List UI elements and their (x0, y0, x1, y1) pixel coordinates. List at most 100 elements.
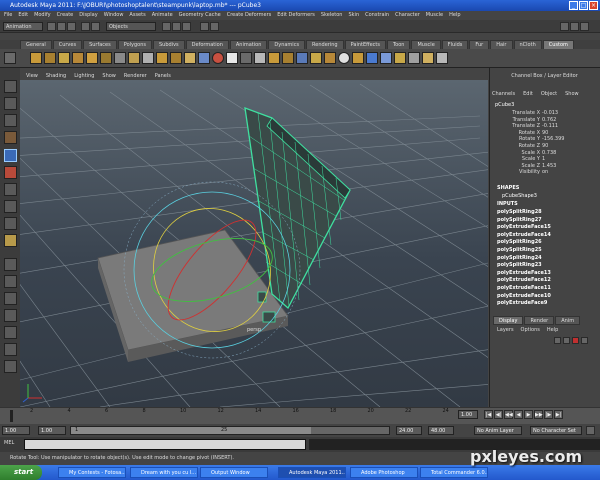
layer-editor-menu-item[interactable]: Layers (497, 327, 514, 333)
shape-node[interactable]: pCubeShape3 (502, 193, 537, 199)
shelf-tool-icon[interactable] (380, 52, 392, 64)
move-tool-icon[interactable] (4, 131, 17, 144)
input-node[interactable]: polyExtrudeFace14 (497, 232, 551, 238)
menu-item[interactable]: Edit (18, 11, 28, 20)
viewport-menu-item[interactable]: View (26, 72, 38, 80)
attribute-value[interactable]: 1.453 (542, 163, 556, 169)
taskbar-task[interactable]: Total Commander 6.0... (420, 467, 488, 478)
layer-color-icon[interactable] (572, 337, 579, 344)
input-node[interactable]: polyExtrudeFace10 (497, 293, 551, 299)
menu-item[interactable]: Help (449, 11, 460, 20)
layer-editor-menu-item[interactable]: Options (521, 327, 540, 333)
new-layer-selected-icon[interactable] (563, 337, 570, 344)
input-node[interactable]: polySplitRing28 (497, 209, 542, 215)
auto-key-icon[interactable] (586, 426, 595, 435)
attribute-value[interactable]: -156.399 (542, 136, 564, 142)
attribute-value[interactable]: 0.762 (542, 117, 556, 123)
playback-end-field[interactable]: 24.00 (396, 426, 422, 435)
layout-hypershade-icon[interactable] (4, 343, 17, 356)
shelf-tab[interactable]: Deformation (185, 40, 229, 49)
shelf-tool-icon[interactable] (436, 52, 448, 64)
menu-item[interactable]: Display (79, 11, 97, 20)
select-hierarchy-icon[interactable] (81, 22, 90, 31)
end-time-field[interactable]: 48.00 (428, 426, 454, 435)
close-button[interactable]: × (589, 1, 598, 10)
shelf-tool-icon[interactable] (156, 52, 168, 64)
shelf-tab[interactable]: Muscle (411, 40, 441, 49)
taskbar-task[interactable]: Adobe Photoshop (350, 467, 418, 478)
select-tool-icon[interactable] (4, 80, 17, 93)
soft-mod-tool-icon[interactable] (4, 200, 17, 213)
menu-item[interactable]: Window (104, 11, 124, 20)
menu-item[interactable]: Muscle (426, 11, 443, 20)
attribute-name[interactable]: Rotate X (470, 130, 540, 136)
channel-box-menu-item[interactable]: Show (565, 91, 579, 97)
menu-item[interactable]: Skeleton (321, 11, 343, 20)
show-attribute-editor-icon[interactable] (560, 22, 569, 31)
shelf-tool-icon[interactable] (310, 52, 322, 64)
taskbar-task[interactable]: Dream with you cu l... (130, 467, 198, 478)
attribute-name[interactable]: Translate Y (470, 117, 540, 123)
select-object-icon[interactable] (91, 22, 100, 31)
shelf-tab[interactable]: Fur (469, 40, 490, 49)
shelf-tab[interactable]: General (20, 40, 52, 49)
layout-two-icon[interactable] (4, 292, 17, 305)
step-forward-icon[interactable]: |▶ (544, 410, 553, 419)
shelf-tab[interactable]: Curves (52, 40, 83, 49)
go-to-start-icon[interactable]: |◀ (484, 410, 493, 419)
shelf-tab[interactable]: Toon (386, 40, 411, 49)
lasso-tool-icon[interactable] (4, 97, 17, 110)
attribute-value[interactable]: 90 (542, 143, 548, 149)
shelf-tool-icon[interactable] (100, 52, 112, 64)
show-channel-box-icon[interactable] (580, 22, 589, 31)
open-scene-icon[interactable] (57, 22, 66, 31)
attribute-name[interactable]: Rotate Z (470, 143, 540, 149)
input-node[interactable]: polyExtrudeFace15 (497, 224, 551, 230)
input-node[interactable]: polySplitRing27 (497, 217, 542, 223)
menu-item[interactable]: Create (57, 11, 74, 20)
layout-graph-icon[interactable] (4, 326, 17, 339)
new-scene-icon[interactable] (47, 22, 56, 31)
menu-set-selector[interactable]: Animation (3, 22, 43, 31)
viewport-menu-item[interactable]: Renderer (124, 72, 147, 80)
new-layer-icon[interactable] (554, 337, 561, 344)
shelf-tab[interactable]: Fluids (441, 40, 469, 49)
shelf-tool-icon[interactable] (408, 52, 420, 64)
sphere-icon[interactable] (338, 52, 350, 64)
input-node[interactable]: polySplitRing23 (497, 262, 542, 268)
shelf-tool-icon[interactable] (30, 52, 42, 64)
attribute-value[interactable]: on (542, 169, 548, 175)
shelf-tab[interactable]: Hair (490, 40, 513, 49)
shelf-tool-icon[interactable] (240, 52, 252, 64)
input-node[interactable]: polySplitRing24 (497, 255, 542, 261)
layout-outliner-icon[interactable] (4, 309, 17, 322)
shelf-tab[interactable]: Rendering (306, 40, 344, 49)
shelf-tab[interactable]: Animation (229, 40, 268, 49)
selected-object-name[interactable]: pCube3 (495, 102, 514, 108)
layer-editor-tab[interactable]: Render (524, 316, 555, 325)
viewport-menu-item[interactable]: Panels (155, 72, 171, 80)
shelf-tool-icon[interactable] (128, 52, 140, 64)
shelf-tool-icon[interactable] (86, 52, 98, 64)
input-node[interactable]: polyExtrudeFace9 (497, 300, 547, 306)
channel-box-menu-item[interactable]: Object (541, 91, 557, 97)
universal-manipulator-icon[interactable] (4, 183, 17, 196)
shelf-tool-icon[interactable] (394, 52, 406, 64)
shelf-tool-icon[interactable] (422, 52, 434, 64)
layer-editor-tab[interactable]: Display (493, 316, 524, 325)
save-scene-icon[interactable] (67, 22, 76, 31)
snap-curve-icon[interactable] (172, 22, 181, 31)
shelf-tab[interactable]: nCloth (513, 40, 542, 49)
character-set-selector[interactable]: No Character Set (530, 426, 582, 435)
start-button[interactable]: start (0, 465, 42, 480)
ipr-render-icon[interactable] (210, 22, 219, 31)
snap-point-icon[interactable] (182, 22, 191, 31)
channel-box-menu-item[interactable]: Channels (492, 91, 515, 97)
attribute-value[interactable]: -0.013 (542, 110, 558, 116)
shelf-tool-icon[interactable] (184, 52, 196, 64)
channel-box-menu-item[interactable]: Edit (523, 91, 533, 97)
viewport-persp[interactable] (20, 80, 488, 407)
menu-item[interactable]: File (4, 11, 12, 20)
shelf-menu-icon[interactable] (4, 52, 16, 64)
input-node[interactable]: polySplitRing26 (497, 239, 542, 245)
